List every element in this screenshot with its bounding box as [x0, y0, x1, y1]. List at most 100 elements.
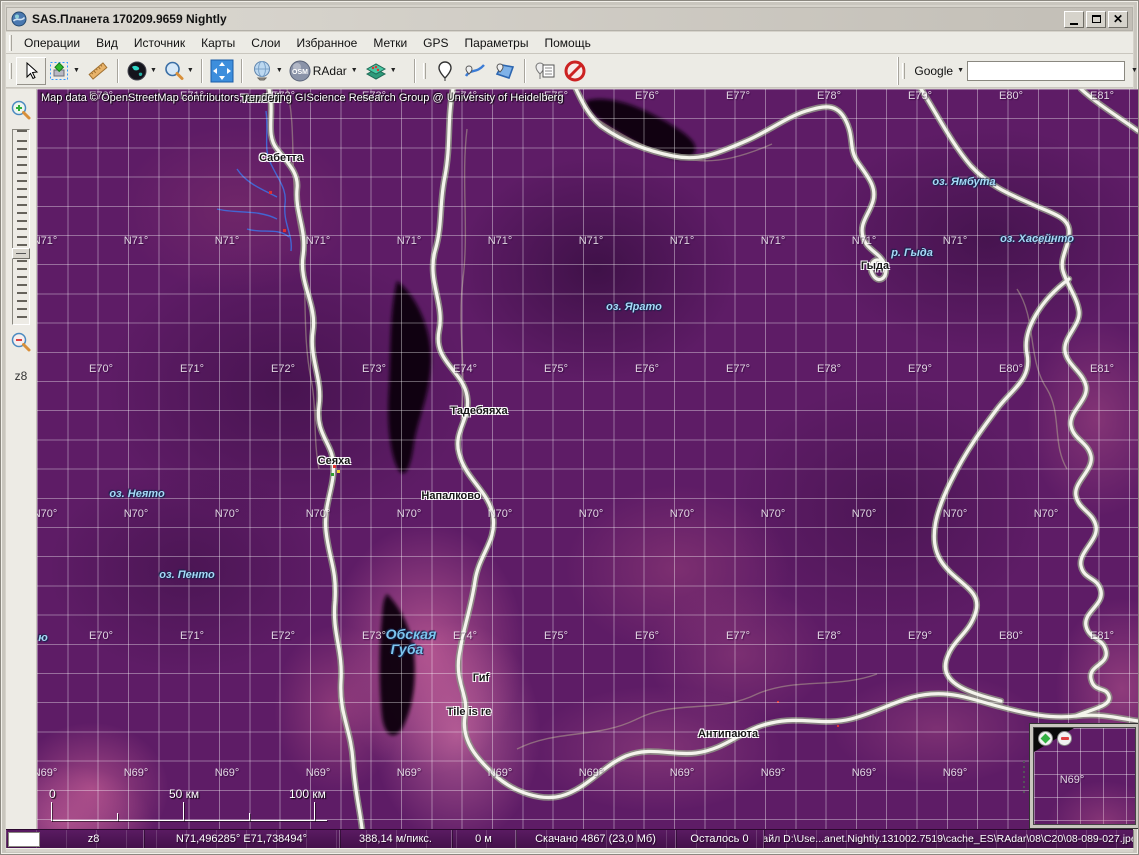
selection-icon [49, 61, 71, 81]
title-bar: SAS.Планета 170209.9659 Nightly ✕ [6, 7, 1133, 31]
placemark-manager-button[interactable] [530, 57, 560, 85]
scale-end-label: 100 км [289, 787, 326, 801]
close-button[interactable]: ✕ [1108, 11, 1128, 28]
prohibition-icon [563, 59, 587, 83]
scale-mid-label: 50 км [169, 787, 199, 801]
ruler-tool-button[interactable] [83, 57, 113, 85]
menu-item-9[interactable]: Параметры [457, 33, 537, 53]
zoom-out-icon [9, 331, 33, 355]
toolbar-separator [241, 59, 243, 83]
main-toolbar: ▼ ▼ ▼ [6, 54, 1133, 88]
window-bottom-edge [6, 848, 1133, 852]
chevron-down-icon: ▼ [390, 67, 397, 74]
svg-text:OSM: OSM [292, 69, 308, 76]
zoom-level-label: z8 [15, 369, 28, 383]
chevron-down-icon: ▼ [957, 67, 964, 74]
maximize-icon [1092, 15, 1101, 23]
placemark-icon [435, 60, 455, 82]
status-file-path: Файл D:\Use...anet.Nightly.131002.7519\c… [764, 830, 1133, 848]
minus-icon [1061, 737, 1069, 740]
fullscreen-button[interactable] [207, 57, 237, 85]
chevron-down-icon: ▼ [351, 67, 358, 74]
placemark-list-icon [533, 60, 557, 82]
zoom-in-button[interactable] [9, 99, 33, 123]
scale-tick [183, 802, 184, 821]
minimap-panel[interactable]: N69° [1029, 723, 1138, 829]
add-placemark-button[interactable] [430, 57, 460, 85]
scale-tick [51, 802, 52, 821]
window-title: SAS.Планета 170209.9659 Nightly [32, 12, 1062, 26]
menu-item-2[interactable]: Вид [88, 33, 126, 53]
app-window: SAS.Планета 170209.9659 Nightly ✕ Операц… [0, 0, 1139, 855]
status-elevation: 0 м [452, 830, 516, 848]
zoom-panel: z8 [6, 89, 37, 829]
chevron-down-icon: ▼ [1131, 67, 1138, 74]
add-path-button[interactable] [460, 57, 490, 85]
menu-item-5[interactable]: Слои [243, 33, 288, 53]
minimap-grid-label: N69° [1060, 774, 1085, 786]
full-map-button[interactable]: ▼ [123, 57, 160, 85]
search-panel: Google ▼ ▼ [898, 57, 1133, 85]
cursor-icon [21, 61, 41, 81]
polygon-icon [493, 60, 517, 82]
status-zoom: z8 [44, 830, 144, 848]
toolbar-grip [902, 63, 905, 79]
layers-button[interactable]: ▼ [361, 57, 400, 85]
status-resolution: 388,14 м/пикс. [340, 830, 452, 848]
chevron-down-icon: ▼ [187, 67, 194, 74]
maximize-button[interactable] [1086, 11, 1106, 28]
minimize-button[interactable] [1064, 11, 1084, 28]
globe-stand-icon [250, 59, 274, 83]
hide-marks-button[interactable] [560, 57, 590, 85]
menu-item-8[interactable]: GPS [415, 33, 456, 53]
path-icon [463, 60, 487, 82]
toolbar-grip [9, 63, 12, 79]
status-bar: z8 N71,496285° E71,738494° 388,14 м/пикс… [6, 829, 1133, 848]
chevron-down-icon: ▼ [150, 67, 157, 74]
osm-sphere-icon: OSM [289, 60, 311, 82]
scale-start-label: 0 [49, 787, 56, 801]
search-engine-dropdown[interactable]: Google ▼ [909, 57, 967, 85]
cursor-tool-button[interactable] [16, 57, 46, 85]
selection-manager-button[interactable]: ▼ [46, 57, 83, 85]
zoom-out-button[interactable] [9, 331, 33, 355]
add-polygon-button[interactable] [490, 57, 520, 85]
toolbar-separator [524, 59, 526, 83]
zoom-slider-handle[interactable] [12, 248, 30, 259]
map-viewport[interactable]: N71°N71°N71°N71°N71°N71°N71°N71°N71°N71°… [37, 89, 1138, 829]
minimap-map[interactable]: N69° [1033, 727, 1136, 825]
menu-item-3[interactable]: Источник [126, 33, 193, 53]
dark-globe-icon [126, 60, 148, 82]
scale-tick [314, 802, 315, 821]
status-remaining: Осталось 0 [676, 830, 764, 848]
search-input[interactable] [968, 63, 1129, 79]
chevron-down-icon: ▼ [73, 67, 80, 74]
minimap-zoom-out-button[interactable] [1057, 731, 1072, 746]
map-attribution: Map data © OpenStreetMap contributors, r… [41, 92, 563, 104]
menu-bar: ОперацииВидИсточникКартыСлоиИзбранноеМет… [6, 32, 1133, 54]
zoom-slider[interactable] [12, 129, 30, 325]
menu-item-1[interactable]: Операции [16, 33, 88, 53]
search-combobox[interactable]: ▼ [967, 61, 1125, 81]
magnifier-icon [163, 60, 185, 82]
toolbar-grip [423, 63, 426, 79]
zoom-in-icon [9, 99, 33, 123]
menu-item-10[interactable]: Помощь [536, 33, 598, 53]
search-engine-label: Google [914, 64, 953, 78]
menu-item-6[interactable]: Избранное [288, 33, 365, 53]
goto-location-button[interactable]: ▼ [247, 57, 286, 85]
map-source-button[interactable]: OSM RAdar ▼ [286, 57, 361, 85]
minimap-zoom-in-button[interactable] [1038, 731, 1053, 746]
menu-item-4[interactable]: Карты [193, 33, 243, 53]
plus-icon [1041, 734, 1051, 744]
fullscreen-icon [210, 59, 234, 83]
minimap-resize-grip[interactable] [1023, 761, 1025, 795]
zoom-tool-button[interactable]: ▼ [160, 57, 197, 85]
scale-tick [249, 813, 250, 821]
close-icon: ✕ [1113, 13, 1123, 25]
map-source-label: RAdar [313, 64, 347, 78]
chevron-down-icon: ▼ [276, 67, 283, 74]
toolbar-grip [9, 35, 12, 51]
scale-tick [117, 813, 118, 821]
menu-item-7[interactable]: Метки [365, 33, 415, 53]
